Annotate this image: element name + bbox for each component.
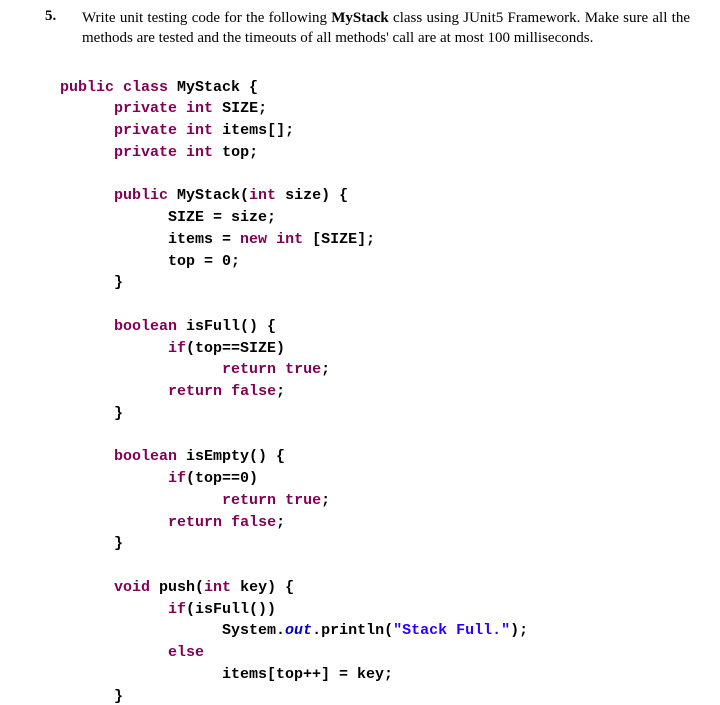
stmt-items-tail: [SIZE]; — [303, 231, 375, 248]
field-size: SIZE; — [213, 100, 267, 117]
indent — [60, 514, 168, 531]
kw-int: int — [186, 144, 213, 161]
kw-int: int — [204, 579, 231, 596]
indent — [60, 579, 114, 596]
indent — [60, 470, 168, 487]
indent — [60, 318, 114, 335]
kw-void: void — [114, 579, 150, 596]
sp — [177, 144, 186, 161]
kw-false: false — [231, 383, 276, 400]
question-classname: MyStack — [331, 10, 389, 26]
close-brace: } — [60, 274, 123, 291]
sp — [177, 100, 186, 117]
code-block: public class MyStack { private int SIZE;… — [60, 77, 700, 705]
indent — [60, 340, 168, 357]
question-text: Write unit testing code for the followin… — [82, 8, 690, 49]
question-number: 5. — [45, 8, 56, 25]
close-brace: } — [60, 405, 123, 422]
kw-true: true — [285, 492, 321, 509]
decl-class: MyStack { — [168, 79, 258, 96]
method-isfull: isFull() { — [177, 318, 276, 335]
indent — [60, 492, 222, 509]
kw-if: if — [168, 340, 186, 357]
indent — [60, 383, 168, 400]
kw-if: if — [168, 470, 186, 487]
println-head: System. — [60, 622, 285, 639]
indent — [60, 100, 114, 117]
method-push-tail: key) { — [231, 579, 294, 596]
indent — [60, 122, 114, 139]
kw-int: int — [249, 187, 276, 204]
kw-int: int — [186, 122, 213, 139]
sp — [276, 492, 285, 509]
ctor-tail: size) { — [276, 187, 348, 204]
sp — [177, 122, 186, 139]
sp — [222, 514, 231, 531]
kw-boolean: boolean — [114, 318, 177, 335]
cond-isfull: (isFull()) — [186, 601, 276, 618]
indent — [60, 601, 168, 618]
cond-top-size: (top==SIZE) — [186, 340, 285, 357]
kw-private: private — [114, 100, 177, 117]
stmt-items-eq: items = — [60, 231, 240, 248]
kw-return: return — [222, 492, 276, 509]
kw-public: public — [114, 187, 168, 204]
kw-return: return — [168, 514, 222, 531]
cond-top-zero: (top==0) — [186, 470, 258, 487]
stmt-size-assign: SIZE = size; — [60, 209, 276, 226]
kw-private: private — [114, 122, 177, 139]
stmt-top-zero: top = 0; — [60, 253, 240, 270]
kw-boolean: boolean — [114, 448, 177, 465]
sp — [222, 383, 231, 400]
semi: ; — [276, 514, 285, 531]
close-brace: } — [60, 535, 123, 552]
page: 5. Write unit testing code for the follo… — [0, 0, 720, 705]
semi: ; — [321, 492, 330, 509]
static-out: out — [285, 622, 312, 639]
kw-if: if — [168, 601, 186, 618]
string-stack-full: "Stack Full." — [393, 622, 510, 639]
kw-return: return — [168, 383, 222, 400]
ctor-head: MyStack( — [168, 187, 249, 204]
kw-private: private — [114, 144, 177, 161]
sp — [276, 361, 285, 378]
println-mid: .println( — [312, 622, 393, 639]
kw-public: public — [60, 79, 114, 96]
question-pre: Write unit testing code for the followin… — [82, 10, 331, 26]
indent — [60, 361, 222, 378]
kw-return: return — [222, 361, 276, 378]
kw-int: int — [186, 100, 213, 117]
semi: ; — [276, 383, 285, 400]
println-tail: ); — [510, 622, 528, 639]
method-isempty: isEmpty() { — [177, 448, 285, 465]
indent — [60, 644, 168, 661]
semi: ; — [321, 361, 330, 378]
kw-int: int — [276, 231, 303, 248]
sp — [114, 79, 123, 96]
kw-false: false — [231, 514, 276, 531]
kw-else: else — [168, 644, 204, 661]
sp — [267, 231, 276, 248]
kw-class: class — [123, 79, 168, 96]
stmt-items-push: items[top++] = key; — [60, 666, 393, 683]
field-items: items[]; — [213, 122, 294, 139]
kw-new: new — [240, 231, 267, 248]
indent — [60, 187, 114, 204]
indent — [60, 448, 114, 465]
field-top: top; — [213, 144, 258, 161]
close-brace: } — [60, 688, 123, 705]
indent — [60, 144, 114, 161]
method-push-head: push( — [150, 579, 204, 596]
kw-true: true — [285, 361, 321, 378]
